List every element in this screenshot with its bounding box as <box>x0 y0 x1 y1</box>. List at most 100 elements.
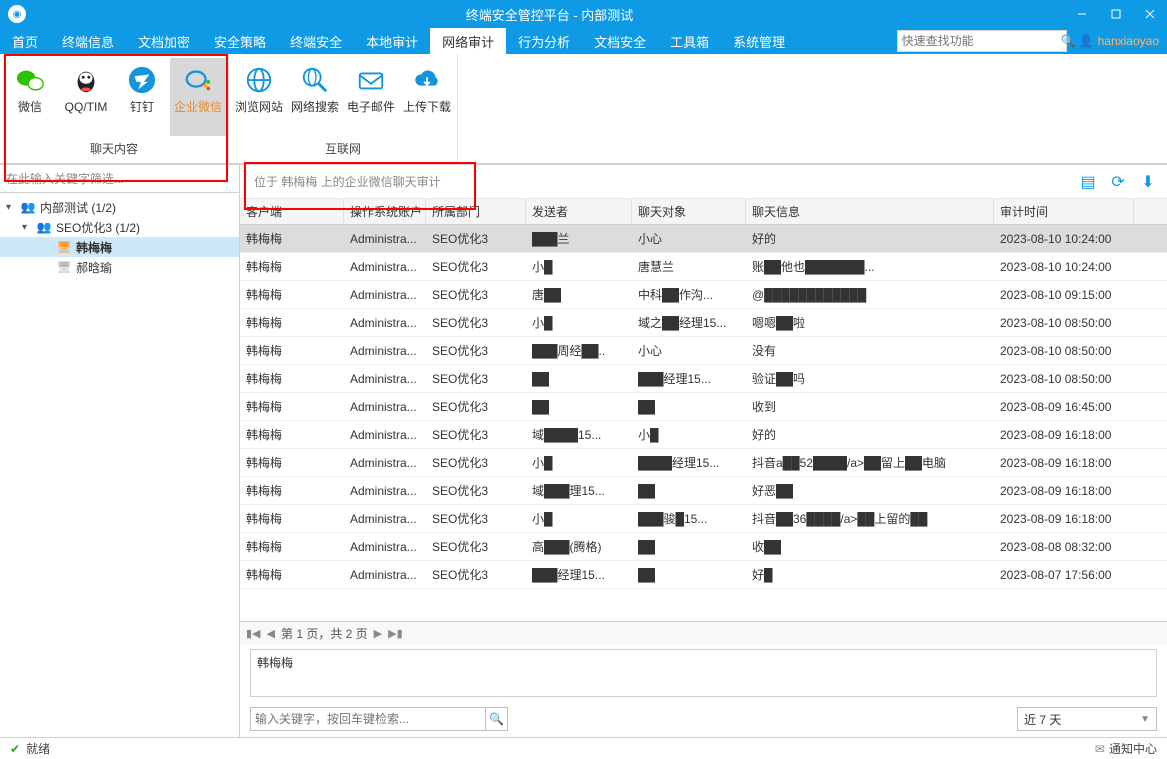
ribbon-item-globe[interactable]: 浏览网站 <box>231 58 287 136</box>
menu-tab[interactable]: 系统管理 <box>721 28 797 54</box>
table-cell: SEO优化3 <box>426 561 526 588</box>
table-cell: 韩梅梅 <box>240 505 344 532</box>
table-row[interactable]: 韩梅梅Administra...SEO优化3小████骏█15...抖音██36… <box>240 505 1167 533</box>
chevron-down-icon: ▼ <box>1140 714 1150 725</box>
table-cell: 2023-08-09 16:18:00 <box>994 477 1134 504</box>
status-ok-icon: ✔ <box>10 742 20 756</box>
tree-filter[interactable]: 在此输入关键字筛选... <box>0 165 239 193</box>
export-button[interactable]: ⬇ <box>1137 171 1159 193</box>
table-cell: 唐慧兰 <box>632 253 746 280</box>
table-cell: 嗯嗯██啦 <box>746 309 994 336</box>
ribbon-item-search-globe[interactable]: 网络搜索 <box>287 58 343 136</box>
column-header[interactable]: 聊天对象 <box>632 199 746 224</box>
global-search-input[interactable] <box>898 31 1061 51</box>
column-header[interactable]: 审计时间 <box>994 199 1134 224</box>
pager-next-icon[interactable]: ▶ <box>374 627 382 640</box>
menu-tab[interactable]: 首页 <box>0 28 50 54</box>
workweixin-icon <box>182 64 214 96</box>
menu-tab[interactable]: 文档安全 <box>582 28 658 54</box>
ribbon-item-label: 钉钉 <box>130 100 154 114</box>
table-cell: 韩梅梅 <box>240 477 344 504</box>
search-icon[interactable]: 🔍 <box>485 708 507 730</box>
keyword-search[interactable]: 🔍 <box>250 707 508 731</box>
ribbon-group-internet: 浏览网站网络搜索电子邮件上传下载 互联网 <box>229 54 458 163</box>
table-row[interactable]: 韩梅梅Administra...SEO优化3█████经理15...验证██吗2… <box>240 365 1167 393</box>
column-header[interactable]: 所属部门 <box>426 199 526 224</box>
ribbon-item-mail[interactable]: 电子邮件 <box>343 58 399 136</box>
table-row[interactable]: 韩梅梅Administra...SEO优化3███兰小心好的2023-08-10… <box>240 225 1167 253</box>
pager-last-icon[interactable]: ▶▮ <box>388 627 403 640</box>
ribbon-item-cloud[interactable]: 上传下载 <box>399 58 455 136</box>
collapse-icon[interactable]: ▾ <box>22 222 32 233</box>
collapse-icon[interactable]: ▾ <box>6 202 16 213</box>
mail-icon <box>355 64 387 96</box>
table-row[interactable]: 韩梅梅Administra...SEO优化3███经理15...██好█2023… <box>240 561 1167 589</box>
menu-tab[interactable]: 工具箱 <box>658 28 721 54</box>
column-header[interactable]: 操作系统账户 <box>344 199 426 224</box>
refresh-button[interactable]: ⟳ <box>1107 171 1129 193</box>
table-cell: 好█ <box>746 561 994 588</box>
columns-button[interactable]: ▤ <box>1077 171 1099 193</box>
table-cell: 韩梅梅 <box>240 337 344 364</box>
table-cell: SEO优化3 <box>426 225 526 252</box>
table-cell: 2023-08-10 09:15:00 <box>994 281 1134 308</box>
table-cell: Administra... <box>344 561 426 588</box>
pager-prev-icon[interactable]: ◀ <box>267 627 275 640</box>
tree-leaf[interactable]: 🖥韩梅梅 <box>0 237 239 257</box>
menu-tab[interactable]: 文档加密 <box>126 28 202 54</box>
table-row[interactable]: 韩梅梅Administra...SEO优化3高███(腾格)██收██2023-… <box>240 533 1167 561</box>
table-body[interactable]: 韩梅梅Administra...SEO优化3███兰小心好的2023-08-10… <box>240 225 1167 621</box>
dingtalk-icon <box>126 64 158 96</box>
current-user[interactable]: 👤 hanxiaoyao <box>1071 28 1167 54</box>
table-cell: SEO优化3 <box>426 281 526 308</box>
table-cell: 好恶██ <box>746 477 994 504</box>
ribbon-group-label: 聊天内容 <box>0 136 228 163</box>
breadcrumb: 位于 韩梅梅 上的企业微信聊天审计 <box>248 169 1069 194</box>
time-range-select[interactable]: 近 7 天 ▼ <box>1017 707 1157 731</box>
column-header[interactable]: 聊天信息 <box>746 199 994 224</box>
table-row[interactable]: 韩梅梅Administra...SEO优化3小█唐慧兰账██他也███████.… <box>240 253 1167 281</box>
table-cell: ███周经██.. <box>526 337 632 364</box>
global-search[interactable]: 🔍 <box>897 30 1067 52</box>
menu-tab[interactable]: 网络审计 <box>430 28 506 54</box>
ribbon-item-dingtalk[interactable]: 钉钉 <box>114 58 170 136</box>
table-cell: Administra... <box>344 393 426 420</box>
menu-tab[interactable]: 终端信息 <box>50 28 126 54</box>
table-row[interactable]: 韩梅梅Administra...SEO优化3████收到2023-08-09 1… <box>240 393 1167 421</box>
table-cell: ██ <box>632 393 746 420</box>
tree-leaf[interactable]: 🖥郝晗瑜 <box>0 257 239 277</box>
table-cell: SEO优化3 <box>426 337 526 364</box>
app-logo-icon: ◉ <box>8 5 26 23</box>
table-row[interactable]: 韩梅梅Administra...SEO优化3域███理15...██好恶██20… <box>240 477 1167 505</box>
maximize-button[interactable] <box>1099 0 1133 28</box>
table-row[interactable]: 韩梅梅Administra...SEO优化3███周经██..小心没有2023-… <box>240 337 1167 365</box>
column-header[interactable]: 发送者 <box>526 199 632 224</box>
tree-group[interactable]: ▾ 👥 SEO优化3 (1/2) <box>0 217 239 237</box>
table-cell: SEO优化3 <box>426 533 526 560</box>
table-row[interactable]: 韩梅梅Administra...SEO优化3小█域之██经理15...嗯嗯██啦… <box>240 309 1167 337</box>
window-title: 终端安全管控平台 - 内部测试 <box>34 5 1065 24</box>
notify-center[interactable]: 通知中心 <box>1109 740 1157 757</box>
table-row[interactable]: 韩梅梅Administra...SEO优化3唐██中科██作沟...@█████… <box>240 281 1167 309</box>
close-button[interactable] <box>1133 0 1167 28</box>
table-cell: 小█ <box>526 253 632 280</box>
menu-tab[interactable]: 行为分析 <box>506 28 582 54</box>
table-cell: ██ <box>632 533 746 560</box>
menu-tab[interactable]: 安全策略 <box>202 28 278 54</box>
search-globe-icon <box>299 64 331 96</box>
table-row[interactable]: 韩梅梅Administra...SEO优化3域████15...小█好的2023… <box>240 421 1167 449</box>
menu-tab[interactable]: 本地审计 <box>354 28 430 54</box>
tree-root[interactable]: ▾ 👥 内部测试 (1/2) <box>0 197 239 217</box>
ribbon-item-workweixin[interactable]: 企业微信 <box>170 58 226 136</box>
wechat-icon <box>14 64 46 96</box>
minimize-button[interactable] <box>1065 0 1099 28</box>
ribbon-item-qq[interactable]: QQ/TIM <box>58 58 114 136</box>
column-header[interactable]: 客户端 <box>240 199 344 224</box>
keyword-input[interactable] <box>251 712 485 726</box>
status-bar: ✔ 就绪 ✉ 通知中心 <box>0 737 1167 759</box>
table-cell: Administra... <box>344 225 426 252</box>
table-row[interactable]: 韩梅梅Administra...SEO优化3小█████经理15...抖音a██… <box>240 449 1167 477</box>
pager-first-icon[interactable]: ▮◀ <box>246 627 261 640</box>
menu-tab[interactable]: 终端安全 <box>278 28 354 54</box>
ribbon-item-wechat[interactable]: 微信 <box>2 58 58 136</box>
